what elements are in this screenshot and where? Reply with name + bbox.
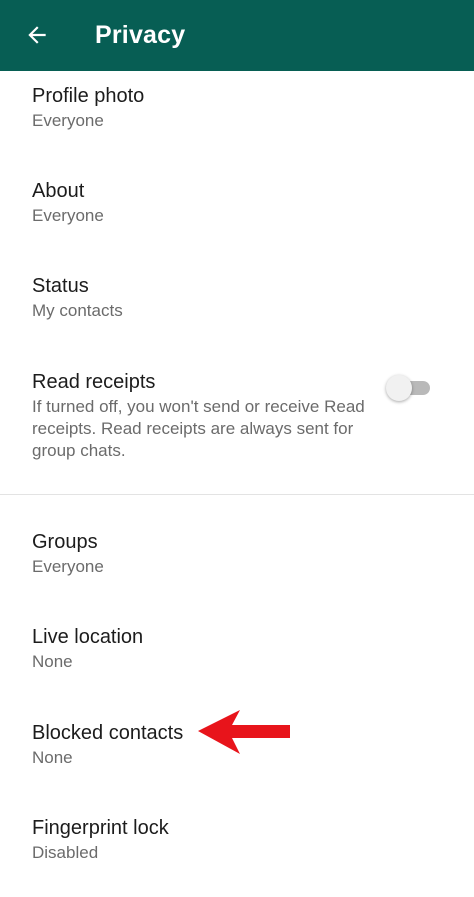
back-button[interactable]: [14, 12, 60, 58]
setting-profile-photo[interactable]: Profile photo Everyone: [32, 83, 432, 132]
setting-about[interactable]: About Everyone: [32, 178, 432, 227]
privacy-screen: Privacy Profile photo Everyone About Eve…: [0, 0, 474, 897]
setting-title: Live location: [32, 626, 144, 648]
app-bar: Privacy: [0, 0, 474, 71]
page-title: Privacy: [95, 21, 186, 49]
setting-title: Status: [32, 275, 89, 297]
setting-value: Disabled: [32, 843, 99, 862]
setting-description: If turned off, you won't send or receive…: [32, 397, 365, 460]
setting-title: Profile photo: [32, 85, 145, 107]
toggle-thumb: [386, 375, 412, 401]
setting-read-receipts[interactable]: Read receipts If turned off, you won't s…: [32, 369, 432, 462]
setting-groups[interactable]: Groups Everyone: [32, 529, 432, 578]
setting-value: My contacts: [32, 301, 123, 320]
setting-value: Everyone: [32, 206, 104, 225]
read-receipts-toggle[interactable]: [386, 375, 430, 401]
setting-title: Read receipts: [32, 371, 156, 393]
red-arrow-annotation: [198, 710, 290, 754]
setting-status[interactable]: Status My contacts: [32, 273, 432, 322]
arrow-left-icon: [28, 26, 46, 44]
setting-value: Everyone: [32, 111, 104, 130]
setting-value: Everyone: [32, 557, 104, 576]
setting-title: Fingerprint lock: [32, 817, 169, 839]
setting-live-location[interactable]: Live location None: [32, 624, 432, 673]
setting-fingerprint-lock[interactable]: Fingerprint lock Disabled: [32, 815, 432, 864]
setting-title: Groups: [32, 531, 98, 553]
setting-title: About: [32, 180, 85, 202]
section-divider: [0, 494, 474, 495]
setting-value: None: [32, 652, 73, 671]
